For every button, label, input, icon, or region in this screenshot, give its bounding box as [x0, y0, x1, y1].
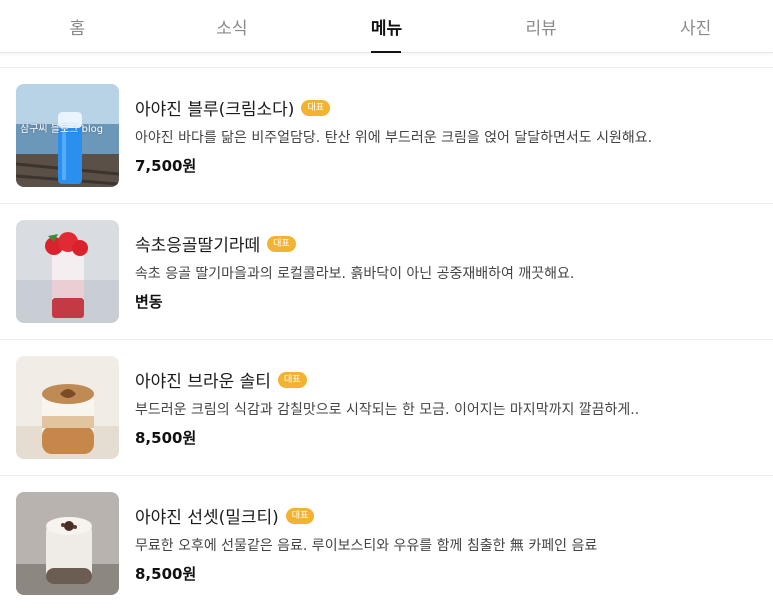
menu-item[interactable]: 아야진 브라운 솔티 대표 부드러운 크림의 식감과 감칠맛으로 시작되는 한 …: [0, 339, 773, 475]
tab-bar: 홈 소식 메뉴 리뷰 사진: [0, 0, 773, 53]
tab-reviews[interactable]: 리뷰: [464, 0, 619, 52]
tab-news[interactable]: 소식: [155, 0, 310, 52]
menu-item-image: 삼구씨 블로그 blog: [16, 84, 119, 187]
menu-item-price: 8,500원: [135, 565, 197, 583]
menu-item-name: 아야진 선셋(밀크티): [135, 508, 279, 528]
menu-item-name: 아야진 블루(크림소다): [135, 100, 295, 120]
signature-badge: 대표: [277, 371, 307, 388]
menu-item[interactable]: 속초응골딸기라떼 대표 속초 응골 딸기마을과의 로컬콜라보. 흙바닥이 아닌 …: [0, 203, 773, 339]
menu-item-description: 무료한 오후에 선물같은 음료. 루이보스티와 우유를 함께 침출한 無 카페인…: [135, 538, 598, 554]
menu-item-description: 속초 응골 딸기마을과의 로컬콜라보. 흙바닥이 아닌 공중재배하여 깨끗해요.: [135, 266, 575, 282]
menu-item[interactable]: 아야진 선셋(밀크티) 대표 무료한 오후에 선물같은 음료. 루이보스티와 우…: [0, 475, 773, 611]
signature-badge: 대표: [267, 235, 296, 252]
tab-menu[interactable]: 메뉴: [309, 0, 464, 52]
menu-item-name: 속초응골딸기라떼: [135, 236, 261, 256]
signature-badge: 대표: [301, 99, 330, 116]
menu-item-description: 부드러운 크림의 식감과 감칠맛으로 시작되는 한 모금. 이어지는 마지막까지…: [135, 402, 640, 418]
menu-item-image: [16, 220, 119, 323]
menu-item-name: 아야진 브라운 솔티: [135, 372, 271, 392]
tab-home[interactable]: 홈: [0, 0, 155, 52]
menu-item-image: [16, 356, 119, 459]
signature-badge: 대표: [285, 507, 315, 524]
menu-item[interactable]: 삼구씨 블로그 blog 아야진 블루(크림소다) 대표 아야진 바다를 닮은 …: [0, 67, 773, 203]
tab-photos[interactable]: 사진: [618, 0, 773, 52]
image-watermark: 삼구씨 블로그 blog: [20, 124, 104, 135]
menu-list: 삼구씨 블로그 blog 아야진 블루(크림소다) 대표 아야진 바다를 닮은 …: [0, 67, 773, 611]
menu-item-price: 8,500원: [135, 429, 197, 447]
menu-item-price: 7,500원: [135, 157, 197, 175]
menu-item-description: 아야진 바다를 닮은 비주얼담당. 탄산 위에 부드러운 크림을 얹어 달달하면…: [135, 130, 653, 146]
menu-item-image: [16, 492, 119, 595]
menu-item-price: 변동: [135, 293, 163, 311]
